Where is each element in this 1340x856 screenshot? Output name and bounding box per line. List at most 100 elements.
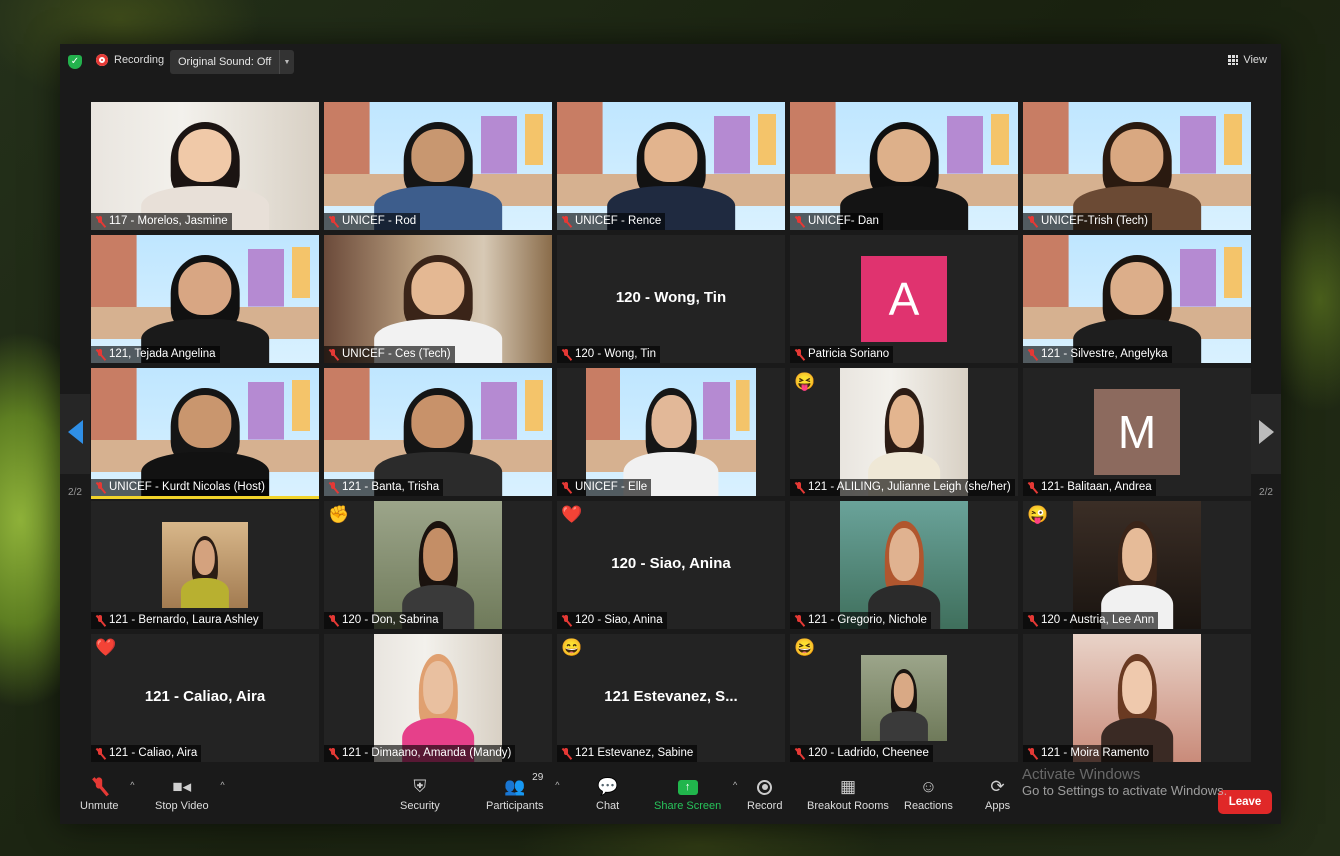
participant-tile[interactable]: ✊ 120 - Don, Sabrina [324,501,552,629]
participant-name-tag: 121 - Gregorio, Nichole [790,612,931,629]
chevron-up-icon[interactable]: ^ [130,780,134,790]
participant-tile[interactable]: 117 - Morelos, Jasmine [91,102,319,230]
participant-name-tag: 120 - Don, Sabrina [324,612,443,629]
mic-muted-icon [794,614,804,627]
chevron-up-icon[interactable]: ^ [555,780,559,790]
participant-tile[interactable]: 121, Tejada Angelina [91,235,319,363]
view-button[interactable]: View [1228,54,1267,66]
mic-muted-icon [328,614,338,627]
reaction-emoji-icon: 😜 [1027,505,1049,524]
participant-video [1023,102,1251,230]
stop-video-button[interactable]: ■◂ Stop Video ^ [155,776,225,812]
chevron-up-icon[interactable]: ^ [733,780,737,790]
participant-tile[interactable]: 120 - Wong, Tin 120 - Wong, Tin [557,235,785,363]
reaction-emoji-icon: 😆 [794,638,816,657]
participant-tile[interactable]: UNICEF - Kurdt Nicolas (Host) [91,368,319,496]
participant-figure [879,667,929,741]
security-button[interactable]: ⛨ Security [400,776,440,812]
participant-name: 117 - Morelos, Jasmine [109,215,228,227]
participant-tile[interactable]: 121 - Bernardo, Laura Ashley [91,501,319,629]
mic-muted-icon [1027,614,1037,627]
participant-tile[interactable]: 120 - Siao, Anina ❤️ 120 - Siao, Anina [557,501,785,629]
participant-name-tag: 121 - Bernardo, Laura Ashley [91,612,263,629]
participant-video [861,655,947,741]
participant-tile[interactable]: UNICEF - Elle [557,368,785,496]
mic-muted-icon [794,747,804,760]
participant-video [790,102,1018,230]
breakout-rooms-icon: ▦ [839,777,856,796]
participant-name-tag: UNICEF - Rence [557,213,666,230]
participant-tile[interactable]: A Patricia Soriano [790,235,1018,363]
apps-button[interactable]: ⟳ Apps [985,776,1010,812]
reactions-button[interactable]: ☺ Reactions [904,776,953,812]
participant-tile[interactable]: 121 - Moira Ramento [1023,634,1251,762]
breakout-rooms-button[interactable]: ▦ Breakout Rooms [807,776,889,812]
gallery-grid: 117 - Morelos, Jasmine UNICEF - Rod UNICEF… [91,102,1251,764]
watermark-line2: Go to Settings to activate Windows. [1022,783,1228,798]
participant-tile[interactable]: UNICEF- Dan [790,102,1018,230]
participant-tile[interactable]: 😆 120 - Ladrido, Cheenee [790,634,1018,762]
share-screen-button[interactable]: ↑ Share Screen ^ [654,776,737,812]
participant-name-tag: UNICEF - Kurdt Nicolas (Host) [91,479,269,496]
participant-tile[interactable]: 121 - Gregorio, Nichole [790,501,1018,629]
participant-tile[interactable]: M 121- Balitaan, Andrea [1023,368,1251,496]
recording-indicator[interactable]: Recording [96,54,164,66]
participant-name-tag: UNICEF - Rod [324,213,421,230]
participant-name-tag: 120 - Wong, Tin [557,346,660,363]
participant-name: 121 - Caliao, Aira [109,747,198,759]
participant-name: UNICEF-Trish (Tech) [1041,215,1148,227]
watermark-line1: Activate Windows [1022,766,1141,783]
mic-muted-icon [561,481,571,494]
participants-button[interactable]: 👥 29 Participants ^ [486,772,559,812]
participant-tile[interactable]: UNICEF-Trish (Tech) [1023,102,1251,230]
participant-tile[interactable]: 121 - Silvestre, Angelyka [1023,235,1251,363]
participant-video [840,368,968,496]
record-button[interactable]: Record [747,776,782,812]
original-sound-button[interactable]: Original Sound: Off ▼ [170,50,294,74]
participant-video [374,501,502,629]
participant-name: 121 - ALILING, Julianne Leigh (she/her) [808,481,1011,493]
participant-name: UNICEF - Ces (Tech) [342,348,451,360]
mic-muted-icon [1027,348,1037,361]
participant-tile[interactable]: 121 - Banta, Trisha [324,368,552,496]
security-shield-icon[interactable]: ✓ [68,55,82,69]
chat-button[interactable]: 💬 Chat [596,776,619,812]
participant-name-tag: 120 - Ladrido, Cheenee [790,745,933,762]
participant-name: 121 - Bernardo, Laura Ashley [109,614,259,626]
page-indicator-right: 2/2 [1259,487,1273,498]
participant-tile[interactable]: 😝 121 - ALILING, Julianne Leigh (she/her) [790,368,1018,496]
participant-name: 121 - Banta, Trisha [342,481,440,493]
participant-name-tag: 121 - Moira Ramento [1023,745,1154,762]
participant-tile[interactable]: UNICEF - Ces (Tech) [324,235,552,363]
recording-label: Recording [114,54,165,66]
participant-name-tag: 121 - Caliao, Aira [91,745,202,762]
participant-name-tag: UNICEF - Elle [557,479,652,496]
arrow-left-icon [68,420,83,444]
participant-tile[interactable]: 121 - Dimaano, Amanda (Mandy) [324,634,552,762]
participant-figure [180,534,230,608]
participant-tile[interactable]: UNICEF - Rence [557,102,785,230]
view-label: View [1243,54,1267,66]
participant-avatar: A [861,256,947,342]
mic-muted-icon [95,215,105,228]
next-page-button[interactable]: 2/2 [1251,394,1281,498]
unmute-button[interactable]: Unmute ^ [80,776,135,812]
participant-tile[interactable]: 121 Estevanez, S... 😄 121 Estevanez, Sabin… [557,634,785,762]
share-screen-icon: ↑ [677,776,698,798]
participant-name: 120 - Ladrido, Cheenee [808,747,929,759]
top-bar: ✓ Recording Original Sound: Off ▼ View [60,44,1281,80]
participant-name-tag: Patricia Soriano [790,346,894,363]
participant-video [91,368,319,496]
participant-tile[interactable]: 😜 120 - Austria, Lee Ann [1023,501,1251,629]
previous-page-button[interactable]: 2/2 [60,394,90,498]
participant-name-tag: 121 - ALILING, Julianne Leigh (she/her) [790,479,1015,496]
mic-muted-icon [95,747,105,760]
mic-muted-icon [1027,747,1037,760]
participant-name-tag: 121 - Dimaano, Amanda (Mandy) [324,745,516,762]
participant-name: 121 - Moira Ramento [1041,747,1150,759]
participant-video [1073,634,1201,762]
participant-tile[interactable]: 121 - Caliao, Aira ❤️ 121 - Caliao, Aira [91,634,319,762]
participant-tile[interactable]: UNICEF - Rod [324,102,552,230]
chevron-up-icon[interactable]: ^ [220,780,224,790]
chevron-down-icon[interactable]: ▼ [279,50,294,74]
